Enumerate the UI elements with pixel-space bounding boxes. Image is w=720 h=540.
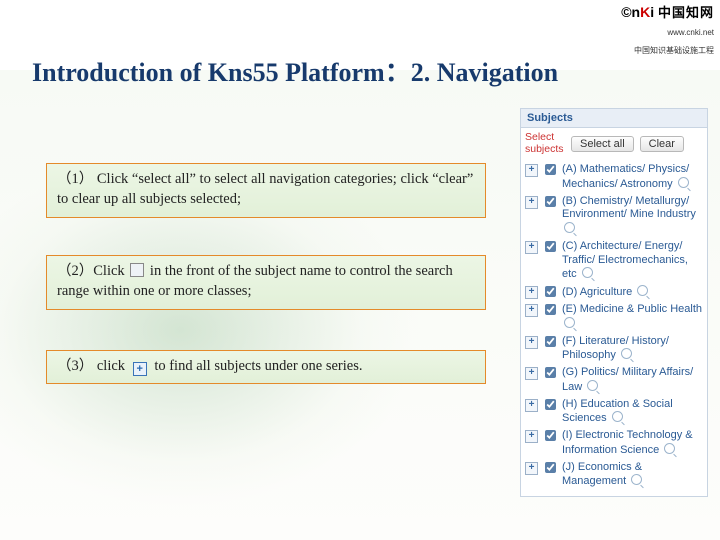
expand-icon[interactable]: + <box>525 336 538 349</box>
subject-label[interactable]: (B) Chemistry/ Metallurgy/ Environment/ … <box>562 195 703 237</box>
page-title: Introduction of Kns55 Platform：2. Naviga… <box>32 52 558 89</box>
magnifier-icon[interactable] <box>637 285 648 296</box>
instruction-3-text-a: （3） click <box>57 358 129 374</box>
expand-icon[interactable]: + <box>525 286 538 299</box>
subject-label[interactable]: (H) Education & Social Sciences <box>562 398 703 427</box>
instruction-3: （3） click + to find all subjects under o… <box>46 350 486 384</box>
expand-plus-icon: + <box>133 362 147 376</box>
subject-checkbox[interactable] <box>545 286 556 297</box>
brand-logo: ©nKi 中国知网 www.cnki.net 中国知识基础设施工程 <box>621 2 714 58</box>
subject-node: + (H) Education & Social Sciences <box>525 396 703 428</box>
magnifier-icon[interactable] <box>612 411 623 422</box>
magnifier-icon[interactable] <box>678 177 689 188</box>
instruction-2: （2）Click in the front of the subject nam… <box>46 255 486 310</box>
subject-checkbox[interactable] <box>545 196 556 207</box>
subject-node: + (A) Mathematics/ Physics/ Mechanics/ As… <box>525 161 703 193</box>
logo-text: ©n <box>621 4 640 20</box>
subject-checkbox[interactable] <box>545 462 556 473</box>
subject-checkbox[interactable] <box>545 430 556 441</box>
clear-button[interactable]: Clear <box>640 136 684 152</box>
subject-label[interactable]: (I) Electronic Technology & Information … <box>562 429 703 458</box>
subject-checkbox[interactable] <box>545 336 556 347</box>
expand-icon[interactable]: + <box>525 462 538 475</box>
select-all-button[interactable]: Select all <box>571 136 634 152</box>
logo-red: K <box>640 4 650 20</box>
subject-label[interactable]: (C) Architecture/ Energy/ Traffic/ Elect… <box>562 240 703 282</box>
magnifier-icon[interactable] <box>587 380 598 391</box>
instruction-2-text-a: （2）Click <box>57 263 125 279</box>
subject-node: + (C) Architecture/ Energy/ Traffic/ Elec… <box>525 238 703 283</box>
subject-label[interactable]: (E) Medicine & Public Health <box>562 303 703 332</box>
subject-label[interactable]: (G) Politics/ Military Affairs/ Law <box>562 366 703 395</box>
subject-label[interactable]: (D) Agriculture <box>562 285 648 300</box>
magnifier-icon[interactable] <box>621 348 632 359</box>
subject-label[interactable]: (J) Economics & Management <box>562 461 703 490</box>
expand-icon[interactable]: + <box>525 241 538 254</box>
subject-node: + (G) Politics/ Military Affairs/ Law <box>525 364 703 396</box>
subject-checkbox[interactable] <box>545 304 556 315</box>
instruction-1-text: （1） Click “select all” to select all nav… <box>57 171 473 207</box>
subjects-panel: Subjects Select subjects Select all Clea… <box>520 108 708 497</box>
subject-node: + (D) Agriculture <box>525 283 703 301</box>
logo-site: www.cnki.net <box>667 28 714 37</box>
subject-checkbox[interactable] <box>545 399 556 410</box>
logo-suffix: i <box>650 4 654 20</box>
instruction-1: （1） Click “select all” to select all nav… <box>46 163 486 218</box>
logo-tagline: 中国知识基础设施工程 <box>634 46 714 55</box>
subject-node: + (E) Medicine & Public Health <box>525 301 703 333</box>
magnifier-icon[interactable] <box>582 267 593 278</box>
expand-icon[interactable]: + <box>525 367 538 380</box>
expand-icon[interactable]: + <box>525 196 538 209</box>
subject-label[interactable]: (F) Literature/ History/ Philosophy <box>562 335 703 364</box>
subject-node: + (F) Literature/ History/ Philosophy <box>525 333 703 365</box>
expand-icon[interactable]: + <box>525 304 538 317</box>
checkbox-icon <box>130 263 144 277</box>
expand-icon[interactable]: + <box>525 164 538 177</box>
subject-node: + (B) Chemistry/ Metallurgy/ Environment/… <box>525 193 703 238</box>
subjects-header: Subjects <box>520 108 708 128</box>
subject-checkbox[interactable] <box>545 367 556 378</box>
subject-node: + (J) Economics & Management <box>525 459 703 491</box>
expand-icon[interactable]: + <box>525 430 538 443</box>
subjects-controls: Select subjects Select all Clear <box>520 128 708 159</box>
subject-label[interactable]: (A) Mathematics/ Physics/ Mechanics/ Ast… <box>562 163 703 192</box>
subject-checkbox[interactable] <box>545 164 556 175</box>
expand-icon[interactable]: + <box>525 399 538 412</box>
subject-checkbox[interactable] <box>545 241 556 252</box>
magnifier-icon[interactable] <box>664 443 675 454</box>
logo-zh: 中国知网 <box>658 5 714 20</box>
magnifier-icon[interactable] <box>564 222 575 233</box>
magnifier-icon[interactable] <box>564 317 575 328</box>
instruction-3-text-b: to find all subjects under one series. <box>154 358 362 374</box>
select-subjects-label: Select subjects <box>525 132 565 155</box>
magnifier-icon[interactable] <box>631 474 642 485</box>
subject-node: + (I) Electronic Technology & Information… <box>525 427 703 459</box>
subjects-tree: + (A) Mathematics/ Physics/ Mechanics/ As… <box>520 159 708 497</box>
